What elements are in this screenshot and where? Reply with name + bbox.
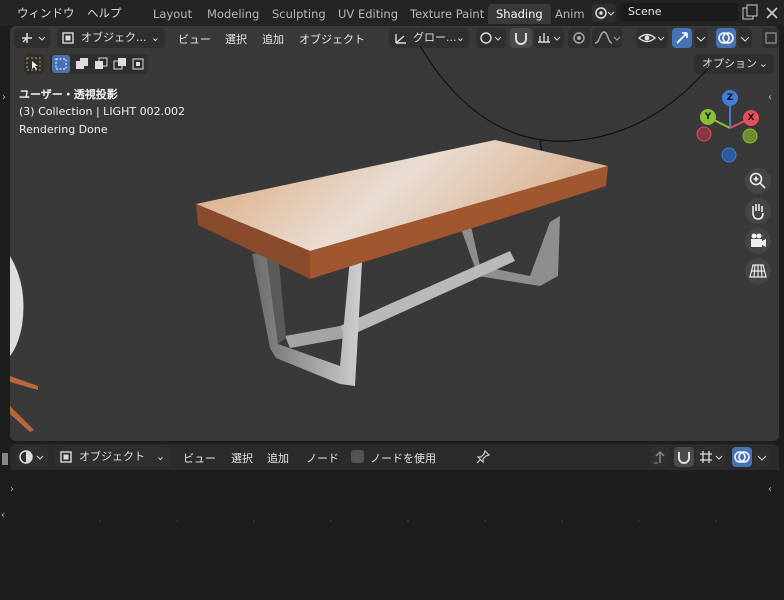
use-nodes-checkbox[interactable] [351, 450, 364, 463]
area-edge-handle[interactable] [2, 453, 8, 465]
grid-dot [407, 520, 409, 522]
node-snap-target-dropdown[interactable] [696, 447, 726, 467]
node-overlays-dropdown[interactable] [754, 447, 770, 467]
menu-help[interactable]: ヘルプ [87, 5, 122, 21]
expand-toolbar-icon[interactable]: › [2, 92, 6, 103]
grid-dot [638, 520, 640, 522]
pan-view-button[interactable] [745, 198, 771, 224]
tab-shading[interactable]: Shading [488, 4, 551, 24]
top-bar: ウィンドウ ヘルプ Layout Modeling Sculpting UV E… [0, 0, 784, 26]
delete-scene-icon[interactable] [763, 4, 781, 22]
object-mode-icon [60, 451, 72, 463]
parent-node-tree-button[interactable] [650, 447, 670, 467]
expand-sidebar-icon[interactable]: ‹ [768, 92, 772, 103]
camera-icon [751, 233, 766, 247]
grid-perspective-icon [749, 264, 767, 278]
gizmo-z-axis[interactable]: Z [722, 90, 738, 106]
expand-node-toolbar-icon[interactable]: › [10, 484, 14, 495]
grid-dot [561, 520, 563, 522]
grid-dot [484, 520, 486, 522]
grid-dot [176, 520, 178, 522]
arrow-up-icon [654, 450, 665, 464]
node-menu-view[interactable]: ビュー [183, 450, 216, 466]
light-cone-wire [419, 45, 711, 142]
grid-dot [99, 520, 101, 522]
gizmo-y-axis[interactable]: Y [700, 109, 716, 125]
node-menu-select[interactable]: 選択 [231, 450, 253, 466]
node-mode-dropdown[interactable]: オブジェクト ⌄ [55, 447, 171, 467]
camera-view-button[interactable] [745, 228, 771, 254]
zoom-view-button[interactable] [745, 168, 771, 194]
tab-texture-paint[interactable]: Texture Paint [402, 4, 492, 24]
scene-selector-button[interactable] [592, 4, 616, 22]
3d-viewport[interactable]: オブジェク... ⌄ ビュー 選択 追加 オブジェクト グロー... ⌄ ユーザ… [10, 26, 779, 441]
new-scene-icon[interactable] [741, 4, 759, 22]
node-mode-label: オブジェクト [79, 450, 145, 463]
shader-editor-icon [19, 450, 44, 464]
pin-icon[interactable] [474, 448, 492, 466]
expand-node-toolbar-icon[interactable]: ‹ [1, 510, 5, 521]
chair-shell [10, 256, 24, 356]
scene-name-field[interactable]: Scene [620, 3, 738, 21]
node-editor-type-button[interactable] [16, 447, 48, 467]
menu-window[interactable]: ウィンドウ [17, 5, 75, 21]
expand-node-sidebar-icon[interactable]: ‹ [768, 484, 772, 495]
scene-render [10, 45, 711, 432]
node-overlays-toggle[interactable] [732, 447, 752, 467]
node-snap-toggle[interactable] [674, 447, 694, 467]
scene-icon [595, 7, 615, 19]
table-stretcher [340, 251, 515, 338]
zoom-icon [749, 172, 766, 189]
gizmo-x-axis[interactable]: X [743, 110, 759, 126]
magnet-icon [678, 452, 690, 464]
node-menu-add[interactable]: 追加 [267, 450, 289, 466]
chevron-down-icon [757, 455, 767, 461]
node-editor-header: オブジェクト ⌄ ビュー 選択 追加 ノード ノードを使用 [10, 444, 779, 470]
grid-dot [330, 520, 332, 522]
shader-node-editor[interactable]: オブジェクト ⌄ ビュー 選択 追加 ノード ノードを使用 › ‹ [10, 444, 779, 600]
tab-uv-editing[interactable]: UV Editing [330, 4, 406, 24]
perspective-toggle-button[interactable] [745, 258, 771, 284]
grid-dot [253, 520, 255, 522]
use-nodes-label: ノードを使用 [370, 452, 436, 465]
hand-icon [752, 204, 764, 220]
tab-modeling[interactable]: Modeling [199, 4, 267, 24]
node-menu-node[interactable]: ノード [306, 450, 339, 466]
chair-leg [10, 376, 38, 390]
tab-sculpting[interactable]: Sculpting [264, 4, 334, 24]
grid-dot [715, 520, 717, 522]
snap-grid-icon [700, 451, 723, 463]
overlay-circles-icon [734, 451, 750, 463]
chevron-down-icon: ⌄ [155, 450, 165, 463]
tab-animation[interactable]: Anim [547, 4, 593, 24]
tab-layout[interactable]: Layout [145, 4, 200, 24]
